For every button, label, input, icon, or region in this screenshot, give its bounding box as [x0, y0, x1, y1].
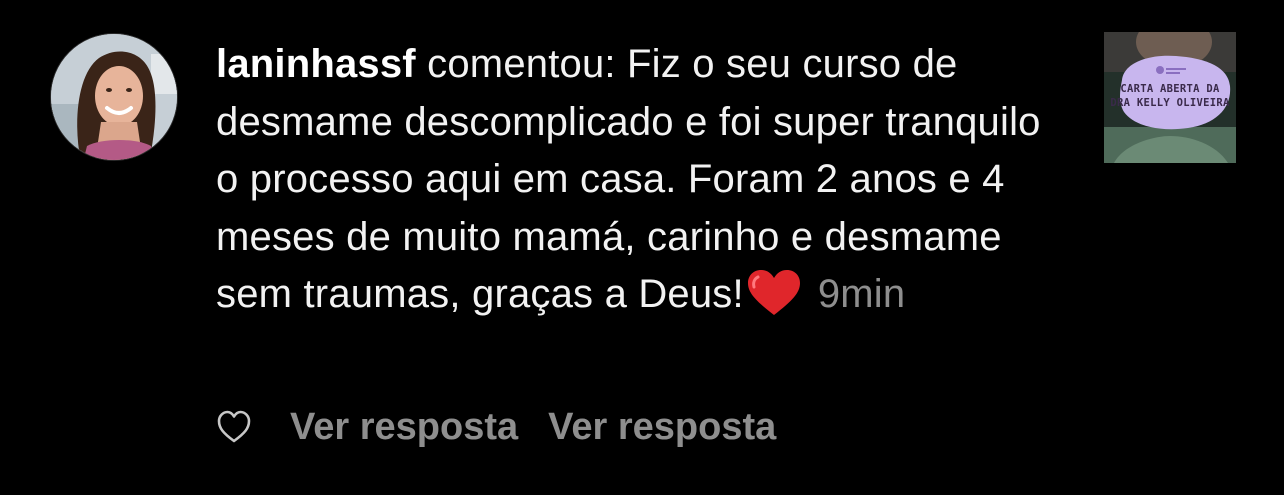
comment-actions: Ver resposta Ver resposta — [216, 402, 806, 452]
thumbnail-line-1: CARTA ABERTA DA — [1120, 83, 1220, 95]
heart-outline-icon[interactable] — [216, 409, 252, 445]
avatar[interactable] — [50, 33, 178, 161]
thumbnail-line-2: DRA KELLY OLIVEIRA — [1110, 97, 1230, 109]
timestamp: 9min — [817, 272, 906, 316]
avatar-photo — [51, 34, 177, 160]
comment-notification: laninhassf comentou: Fiz o seu curso de … — [0, 0, 1284, 495]
reply-button-2[interactable]: Ver resposta — [548, 406, 776, 449]
username-link[interactable]: laninhassf — [216, 42, 416, 86]
reply-button-1[interactable]: Ver resposta — [290, 406, 518, 449]
heart-emoji-icon — [747, 270, 800, 315]
thumbnail-caption: CARTA ABERTA DA DRA KELLY OLIVEIRA — [1104, 82, 1236, 110]
comment-body: laninhassf comentou: Fiz o seu curso de … — [216, 36, 1066, 324]
post-thumbnail[interactable]: CARTA ABERTA DA DRA KELLY OLIVEIRA — [1104, 32, 1236, 163]
